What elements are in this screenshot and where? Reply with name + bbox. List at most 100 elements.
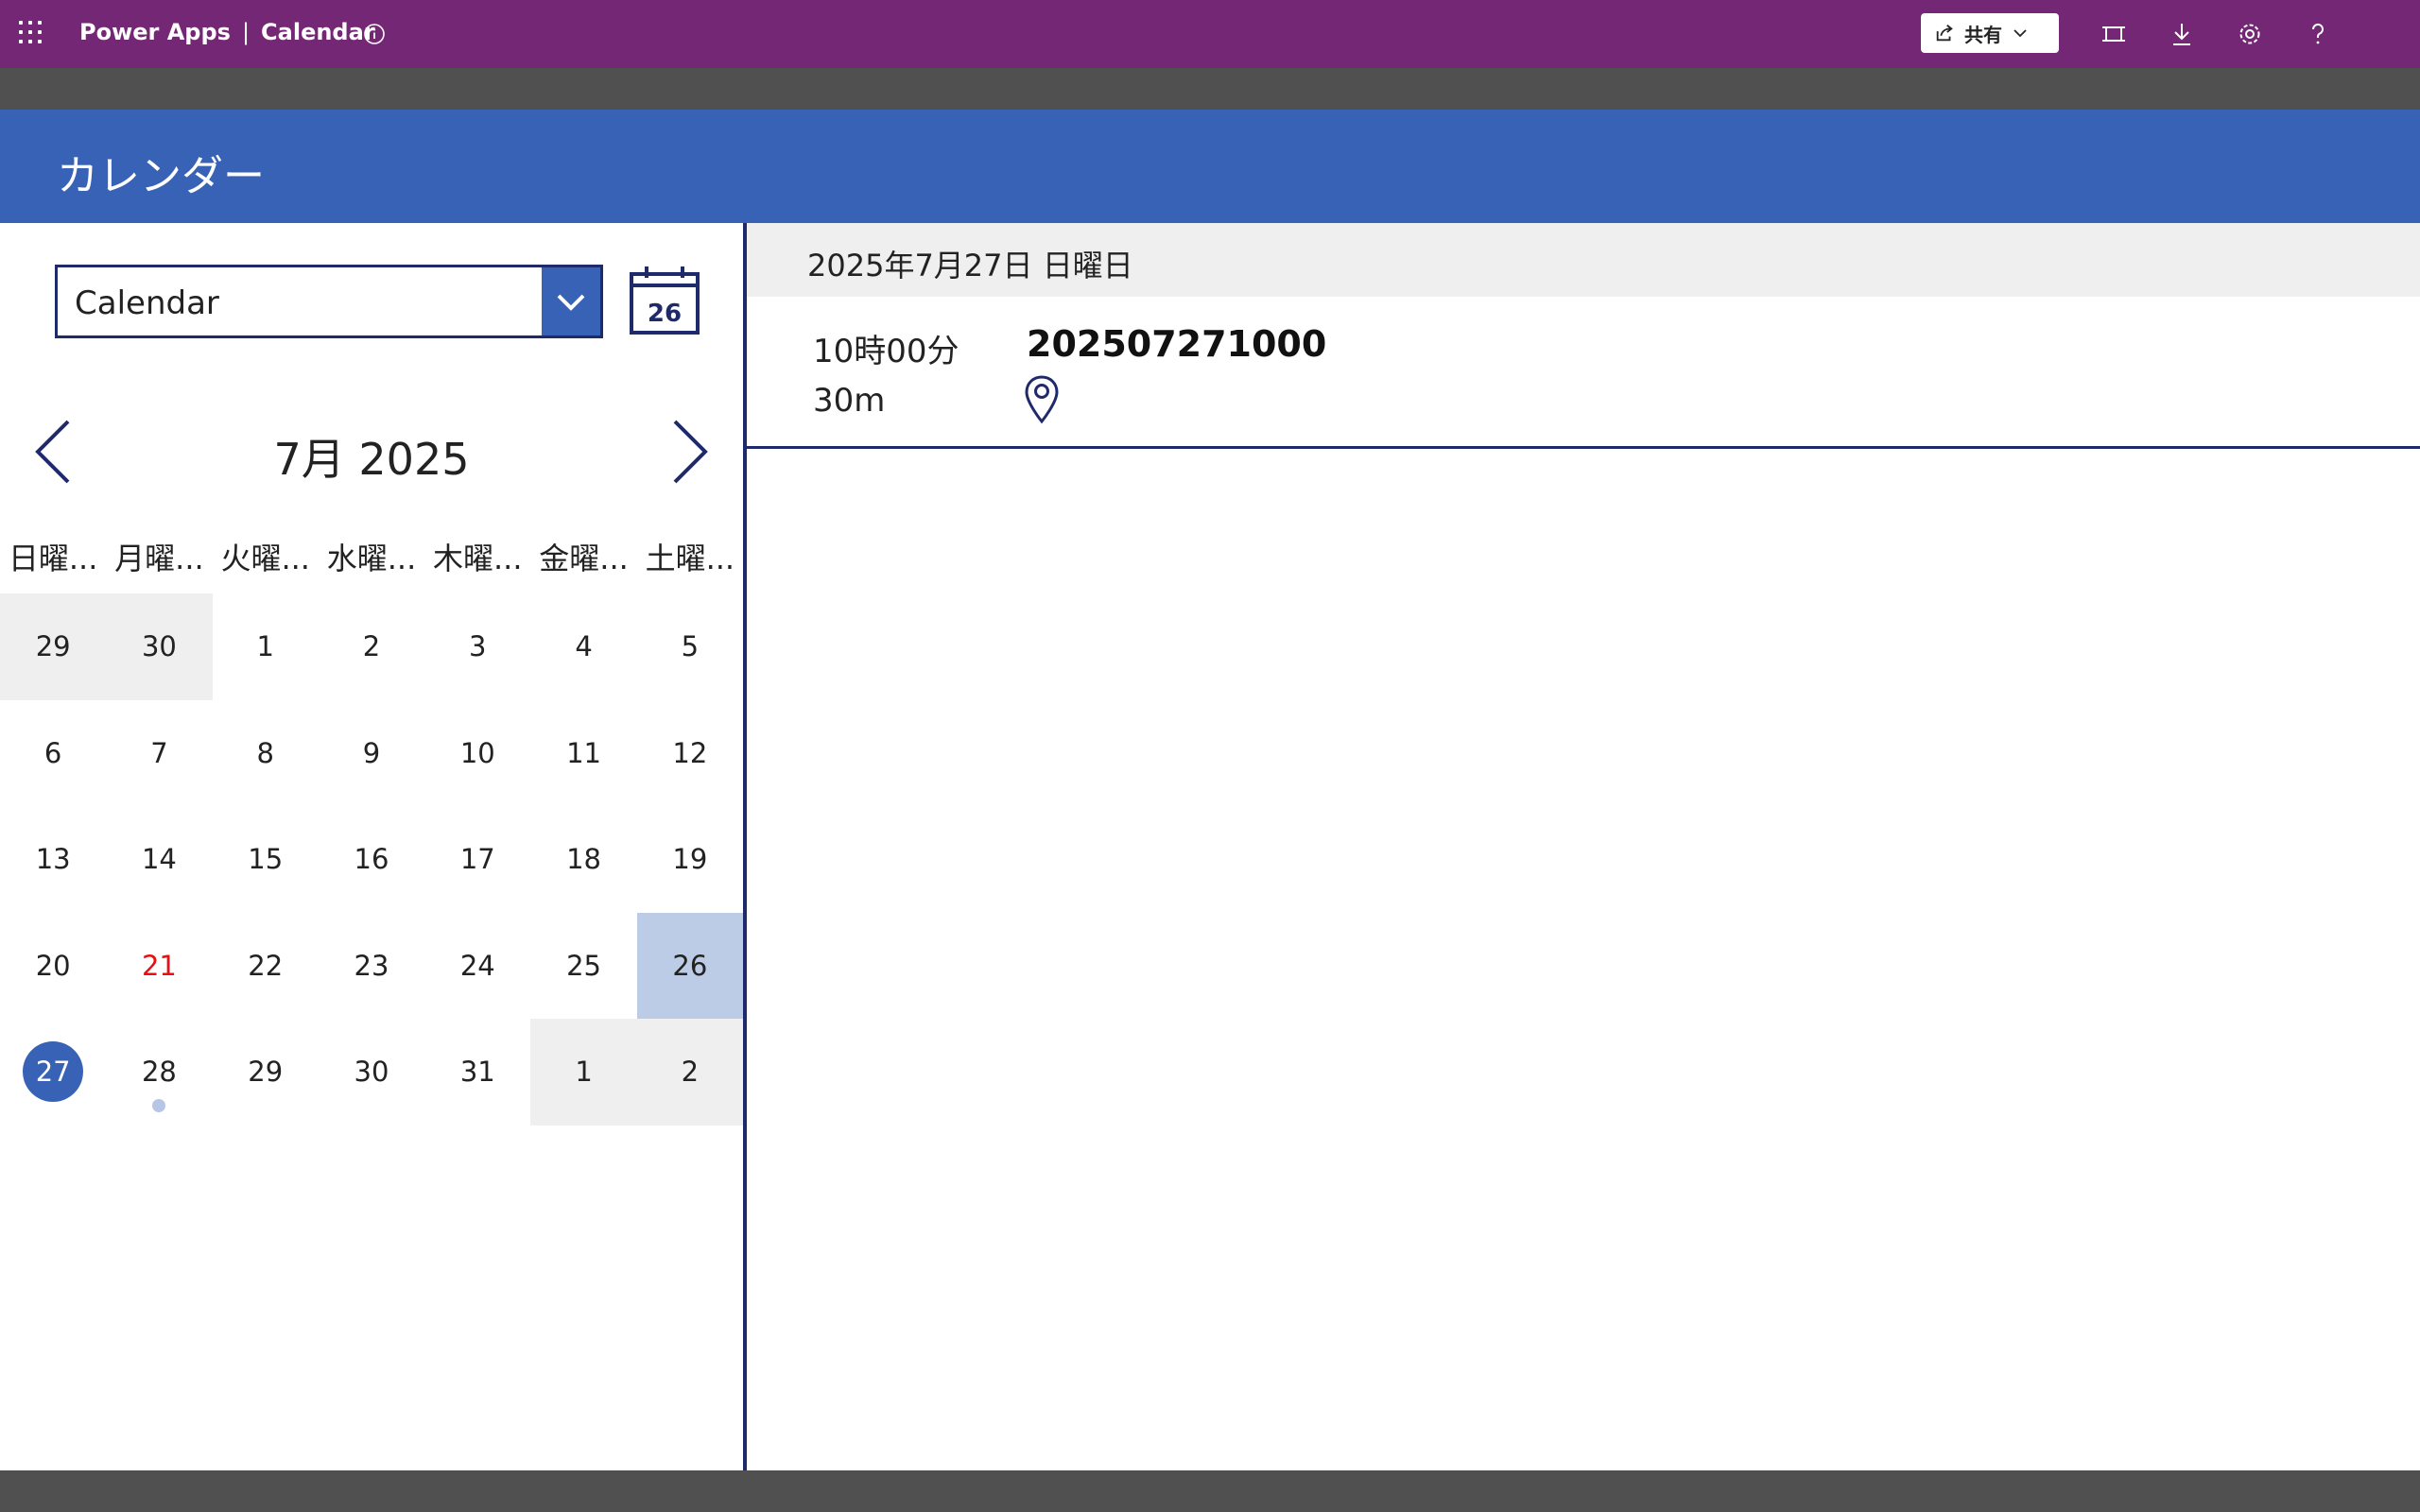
share-button[interactable]: 共有 bbox=[1921, 13, 2059, 53]
calendar-day-cell[interactable]: 10 bbox=[424, 700, 530, 807]
day-number: 18 bbox=[566, 843, 601, 876]
calendar-day-cell[interactable]: 1 bbox=[530, 1019, 637, 1125]
event-indicator-dot bbox=[152, 1098, 166, 1112]
day-number: 8 bbox=[256, 736, 274, 769]
calendar-day-cell[interactable]: 8 bbox=[213, 700, 319, 807]
calendar-day-cell[interactable]: 15 bbox=[213, 806, 319, 913]
fit-to-window-icon[interactable] bbox=[2100, 21, 2127, 47]
weekday-label: 木曜... bbox=[433, 541, 523, 576]
day-number: 12 bbox=[672, 736, 708, 769]
weekday-label: 金曜... bbox=[539, 541, 629, 576]
chevron-down-icon bbox=[2014, 29, 2027, 38]
help-icon[interactable] bbox=[2305, 21, 2331, 47]
day-number: 1 bbox=[575, 1056, 593, 1089]
weekday-label: 土曜... bbox=[645, 541, 735, 576]
calendar-day-cell[interactable]: 22 bbox=[213, 913, 319, 1020]
day-number: 17 bbox=[459, 843, 495, 876]
today-calendar-icon[interactable]: 26 bbox=[628, 265, 701, 336]
day-number: 3 bbox=[469, 630, 487, 663]
day-number: 6 bbox=[43, 736, 62, 769]
calendar-day-cell[interactable]: 21 bbox=[106, 913, 212, 1020]
day-number: 23 bbox=[354, 949, 389, 982]
calendar-day-cell[interactable]: 28 bbox=[106, 1019, 212, 1125]
calendar-day-cell[interactable]: 23 bbox=[319, 913, 424, 1020]
weekday-label: 水曜... bbox=[326, 541, 417, 576]
day-number: 16 bbox=[354, 843, 389, 876]
calendar-day-cell[interactable]: 30 bbox=[106, 593, 213, 700]
calendar-select-dropdown[interactable]: Calendar bbox=[55, 265, 603, 338]
calendar-day-cell[interactable]: 16 bbox=[319, 806, 424, 913]
info-icon[interactable] bbox=[363, 23, 386, 45]
page-header: カレンダー bbox=[0, 110, 2420, 223]
day-number: 4 bbox=[575, 630, 593, 663]
product-name: Power Apps bbox=[79, 19, 231, 45]
calendar-day-cell[interactable]: 6 bbox=[0, 700, 106, 807]
location-pin-icon bbox=[1025, 375, 1059, 424]
calendar-day-cell[interactable]: 11 bbox=[530, 700, 636, 807]
calendar-day-cell[interactable]: 2 bbox=[319, 593, 424, 700]
calendar-week-row: 20 21 22 23 24 25 26 bbox=[0, 912, 743, 1020]
settings-gear-icon[interactable] bbox=[2237, 21, 2263, 47]
month-label: 7月 2025 bbox=[273, 434, 470, 485]
calendar-day-cell[interactable]: 1 bbox=[213, 593, 319, 700]
calendar-day-cell[interactable]: 31 bbox=[424, 1019, 530, 1125]
next-month-icon[interactable] bbox=[666, 416, 713, 488]
calendar-pane: Calendar 26 7月 2025 日曜... 月曜... 火曜... 水曜… bbox=[0, 223, 743, 1470]
app-title: Power Apps | Calendar bbox=[79, 19, 375, 45]
app-launcher-icon[interactable] bbox=[19, 21, 45, 47]
calendar-day-cell[interactable]: 29 bbox=[0, 593, 107, 700]
day-number: 2 bbox=[362, 630, 381, 663]
day-number: 26 bbox=[672, 949, 708, 982]
calendar-week-row: 13 14 15 16 17 18 19 bbox=[0, 806, 743, 913]
title-separator: | bbox=[241, 19, 251, 45]
weekday-label: 月曜... bbox=[114, 541, 204, 576]
download-icon[interactable] bbox=[2169, 21, 2195, 47]
day-number: 29 bbox=[35, 630, 71, 663]
calendar-day-cell[interactable]: 30 bbox=[319, 1019, 424, 1125]
calendar-week-row: 6 7 8 9 10 11 12 bbox=[0, 700, 743, 807]
calendar-day-cell[interactable]: 20 bbox=[0, 913, 106, 1020]
share-label: 共有 bbox=[1964, 23, 2002, 46]
share-icon bbox=[1936, 25, 1953, 42]
calendar-week-row: 27 28 29 30 31 1 2 bbox=[0, 1019, 743, 1125]
calendar-day-cell[interactable]: 7 bbox=[106, 700, 212, 807]
day-number: 2 bbox=[681, 1056, 700, 1089]
calendar-day-cell[interactable]: 3 bbox=[424, 593, 530, 700]
calendar-day-cell[interactable]: 14 bbox=[106, 806, 212, 913]
calendar-day-cell[interactable]: 19 bbox=[637, 806, 743, 913]
selected-date-header: 2025年7月27日 日曜日 bbox=[747, 223, 2420, 297]
weekday-label: 火曜... bbox=[220, 541, 310, 576]
calendar-day-cell[interactable]: 12 bbox=[637, 700, 743, 807]
status-strip bbox=[0, 1470, 2420, 1512]
calendar-day-cell[interactable]: 2 bbox=[636, 1019, 743, 1125]
calendar-select-value: Calendar bbox=[75, 284, 219, 322]
day-number: 30 bbox=[354, 1056, 389, 1089]
calendar-day-cell[interactable]: 29 bbox=[213, 1019, 319, 1125]
calendar-day-cell[interactable]: 24 bbox=[424, 913, 530, 1020]
dropdown-toggle[interactable] bbox=[542, 267, 600, 335]
calendar-day-cell[interactable]: 5 bbox=[637, 593, 743, 700]
calendar-day-cell[interactable]: 25 bbox=[530, 913, 636, 1020]
day-number: 14 bbox=[141, 843, 177, 876]
weekday-label: 日曜... bbox=[8, 541, 98, 576]
day-number: 21 bbox=[141, 949, 177, 982]
day-number: 15 bbox=[248, 843, 284, 876]
calendar-day-cell[interactable]: 4 bbox=[530, 593, 636, 700]
event-separator bbox=[747, 446, 2420, 449]
events-pane: 2025年7月27日 日曜日 10時00分 30m 202507271000 bbox=[747, 223, 2420, 1470]
calendar-day-cell[interactable]: 13 bbox=[0, 806, 106, 913]
calendar-day-cell[interactable]: 27 bbox=[0, 1019, 106, 1125]
day-number: 25 bbox=[566, 949, 601, 982]
calendar-day-cell[interactable]: 17 bbox=[424, 806, 530, 913]
event-item[interactable]: 10時00分 30m 202507271000 bbox=[747, 297, 2420, 446]
calendar-day-cell[interactable]: 18 bbox=[530, 806, 636, 913]
month-grid: 29 30 1 2 3 4 5 6 7 8 9 10 11 12 13 14 15 16 17 18 19 20 21 22 2… bbox=[0, 593, 743, 1125]
event-title: 202507271000 bbox=[1027, 323, 1327, 365]
event-time: 10時00分 bbox=[813, 333, 959, 370]
day-number: 30 bbox=[141, 630, 177, 663]
toolbar-strip bbox=[0, 68, 2420, 110]
calendar-day-cell[interactable]: 26 bbox=[636, 912, 743, 1019]
day-number: 24 bbox=[459, 949, 495, 982]
calendar-day-cell[interactable]: 9 bbox=[319, 700, 424, 807]
calendar-week-row: 29 30 1 2 3 4 5 bbox=[0, 593, 743, 700]
